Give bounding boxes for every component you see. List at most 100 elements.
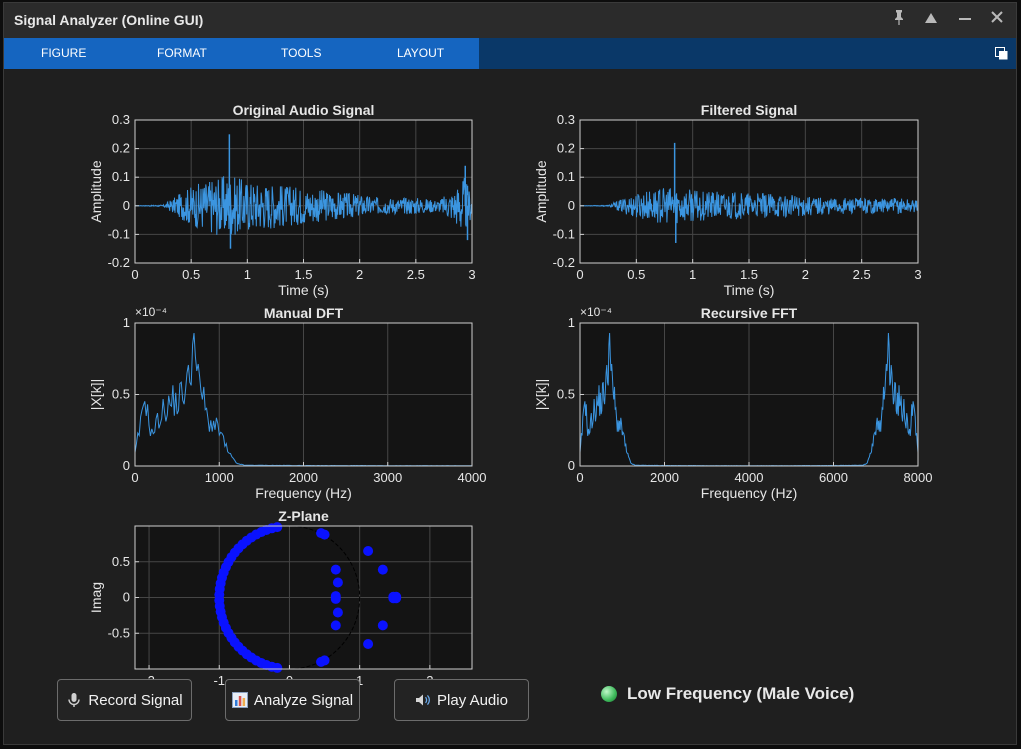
manual-dft-axes: 0 1000 2000 3000 4000 0 0.5 1 Manual DFT Frequenc…	[88, 305, 486, 501]
y-tick-label: 0	[568, 458, 575, 473]
x-tick-label: 2.5	[853, 267, 871, 282]
pole-zero-marker	[319, 655, 330, 666]
y-tick-label: 0	[123, 458, 130, 473]
pole-zero-marker	[330, 564, 341, 575]
tab-format[interactable]: FORMAT	[157, 38, 207, 69]
y-tick-label: 0.3	[112, 112, 130, 127]
y-axis-label: Amplitude	[88, 160, 104, 222]
x-tick-label: 2.5	[407, 267, 425, 282]
record-signal-button[interactable]: Record Signal	[57, 679, 192, 721]
plot-canvas: 0 0.5 1 1.5 2 2.5 3 -0.2 -0.1 0 0.1 0.2 0.3 Original …	[88, 102, 932, 688]
tab-tools[interactable]: TOOLS	[281, 38, 321, 69]
minimize-icon[interactable]	[954, 9, 976, 31]
status-text: Low Frequency (Male Voice)	[627, 684, 855, 703]
x-tick-label: 4000	[458, 470, 487, 485]
x-tick-label: 0.5	[627, 267, 645, 282]
x-axis-label: Frequency (Hz)	[701, 485, 797, 501]
y-axis-label: |X[k]|	[88, 379, 104, 410]
pole-zero-marker	[330, 620, 341, 631]
y-tick-label: 0.1	[112, 169, 130, 184]
close-icon[interactable]	[986, 9, 1008, 31]
plot-title: Manual DFT	[264, 305, 344, 321]
plot-title: Recursive FFT	[701, 305, 798, 321]
x-tick-label: 3	[914, 267, 921, 282]
title-bar: Signal Analyzer (Online GUI)	[4, 3, 1016, 38]
plot-title: Original Audio Signal	[233, 102, 375, 118]
x-tick-label: 0	[131, 267, 138, 282]
x-tick-label: 0	[131, 470, 138, 485]
y-tick-label: 0.1	[557, 169, 575, 184]
pole-zero-marker	[391, 593, 402, 604]
pole-zero-marker	[377, 564, 388, 575]
x-tick-label: 1	[244, 267, 251, 282]
exponent-label: ×10⁻⁴	[580, 305, 612, 319]
z-plane-axes: -2-1012-0.500.5Z-PlaneImag	[88, 508, 473, 688]
x-tick-label: 2000	[289, 470, 318, 485]
undock-icon[interactable]	[995, 47, 1008, 60]
analyze-signal-button[interactable]: Analyze Signal	[225, 679, 360, 721]
x-tick-label: 6000	[819, 470, 848, 485]
filtered-signal-axes: 0 0.5 1 1.5 2 2.5 3 -0.2 -0.1 0 0.1 0.2 0.3 Filtered …	[533, 102, 922, 298]
tab-figure[interactable]: FIGURE	[41, 38, 86, 69]
y-tick-label: 0	[568, 198, 575, 213]
y-axis-label: Imag	[88, 582, 104, 613]
pole-zero-marker	[272, 662, 283, 673]
toolstrip-tabs: FIGURE FORMAT TOOLS LAYOUT	[4, 38, 479, 69]
y-tick-label: 1	[568, 315, 575, 330]
play-audio-button[interactable]: Play Audio	[394, 679, 529, 721]
pin-icon[interactable]	[888, 9, 910, 31]
y-tick-label: 0	[123, 590, 130, 605]
x-tick-label: 3	[468, 267, 475, 282]
pole-zero-marker	[363, 638, 374, 649]
toolstrip: FIGURE FORMAT TOOLS LAYOUT	[4, 38, 1016, 69]
y-tick-label: 0.5	[112, 387, 130, 402]
window-title: Signal Analyzer (Online GUI)	[14, 12, 204, 28]
pole-zero-marker	[377, 620, 388, 631]
x-tick-label: 1.5	[740, 267, 758, 282]
collapse-icon[interactable]	[920, 9, 942, 31]
y-axis-label: Amplitude	[533, 160, 549, 222]
x-axis-label: Time (s)	[724, 282, 775, 298]
status-indicator: Low Frequency (Male Voice)	[601, 683, 854, 705]
plot-title: Filtered Signal	[701, 102, 797, 118]
y-tick-label: 0	[123, 198, 130, 213]
record-signal-label: Record Signal	[88, 691, 183, 709]
pole-zero-marker	[332, 577, 343, 588]
pole-zero-marker	[319, 529, 330, 540]
y-tick-label: -0.1	[553, 226, 575, 241]
x-tick-label: 2	[802, 267, 809, 282]
y-tick-label: -0.2	[108, 255, 130, 270]
original-signal-axes: 0 0.5 1 1.5 2 2.5 3 -0.2 -0.1 0 0.1 0.2 0.3 Original …	[88, 102, 476, 298]
pole-zero-marker	[332, 607, 343, 618]
analyze-signal-label: Analyze Signal	[253, 691, 354, 709]
app-window: Signal Analyzer (Online GUI) FIGURE FORM…	[3, 2, 1017, 745]
tab-layout[interactable]: LAYOUT	[397, 38, 444, 69]
x-tick-label: 0	[576, 470, 583, 485]
x-tick-label: 4000	[735, 470, 764, 485]
x-axis-label: Frequency (Hz)	[255, 485, 351, 501]
microphone-icon	[66, 692, 82, 708]
y-tick-label: -0.2	[553, 255, 575, 270]
recursive-fft-axes: 0 2000 4000 6000 8000 0 0.5 1 Recursive FFT Frequ…	[533, 305, 932, 501]
y-tick-label: -0.1	[108, 226, 130, 241]
x-tick-label: 8000	[904, 470, 933, 485]
x-tick-label: 2	[356, 267, 363, 282]
x-tick-label: 1	[689, 267, 696, 282]
y-tick-label: 0.5	[557, 387, 575, 402]
x-tick-label: -1	[213, 673, 225, 688]
y-axis-label: |X[k]|	[533, 379, 549, 410]
y-tick-label: 0.2	[112, 141, 130, 156]
pole-zero-marker	[363, 546, 374, 557]
speaker-icon	[415, 692, 431, 708]
x-tick-label: 3000	[373, 470, 402, 485]
y-tick-label: 0.2	[557, 141, 575, 156]
plot-title: Z-Plane	[278, 508, 329, 524]
x-tick-label: 1.5	[294, 267, 312, 282]
pole-zero-marker	[330, 593, 341, 604]
y-tick-label: -0.5	[108, 625, 130, 640]
x-tick-label: 2000	[650, 470, 679, 485]
x-tick-label: 0	[576, 267, 583, 282]
exponent-label: ×10⁻⁴	[135, 305, 167, 319]
play-audio-label: Play Audio	[437, 691, 508, 709]
y-tick-label: 1	[123, 315, 130, 330]
